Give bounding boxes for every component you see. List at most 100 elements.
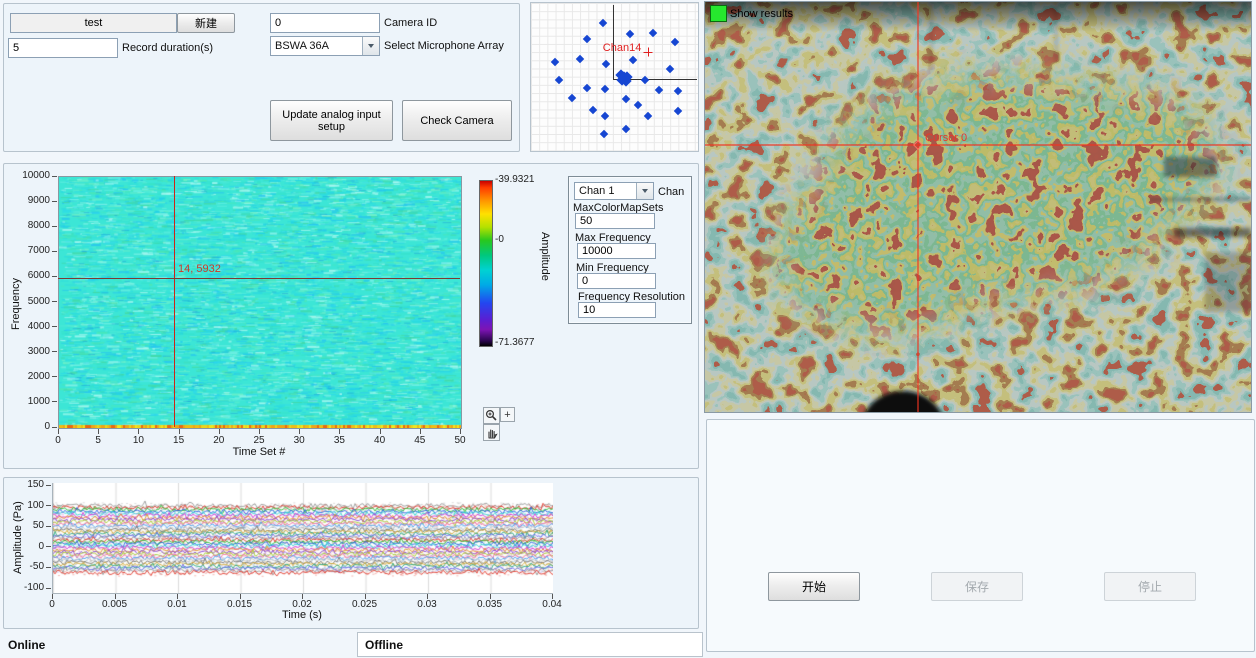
app-window: 新建 Record duration(s) Camera ID BSWA 36A… (0, 0, 1256, 658)
spec-ytick-label: 3000 (12, 346, 50, 357)
spec-ytick-label: 6000 (12, 270, 50, 281)
chan-select[interactable]: Chan 1 (574, 182, 654, 200)
mic-position-dot (673, 86, 681, 94)
camera-id-field[interactable] (270, 13, 380, 33)
maxcolormapsets-field[interactable] (575, 213, 655, 229)
mic-position-dot (602, 60, 610, 68)
chevron-down-icon[interactable] (636, 183, 653, 199)
record-duration-label: Record duration(s) (122, 42, 213, 54)
wave-xtick-label: 0.035 (468, 599, 512, 610)
min-frequency-field[interactable] (577, 273, 656, 289)
image-cursor-label: Cursor 0 (925, 132, 967, 144)
save-button[interactable]: 保存 (931, 572, 1023, 601)
spec-ytick (52, 427, 57, 428)
mic-position-dot (629, 56, 637, 64)
mic-array-select[interactable]: BSWA 36A (270, 36, 380, 56)
chan-select-value: Chan 1 (575, 185, 636, 197)
spec-ytick-label: 7000 (12, 245, 50, 256)
colorbar-min-label: -71.3677 (495, 337, 534, 348)
pan-tool-icon[interactable] (483, 424, 500, 441)
new-session-button[interactable]: 新建 (177, 13, 235, 33)
spec-ytick-label: 2000 (12, 371, 50, 382)
spec-ytick (52, 376, 57, 377)
spectrogram-canvas[interactable] (58, 176, 462, 429)
spec-xtick-label: 50 (445, 435, 475, 446)
mic-array-value: BSWA 36A (271, 40, 362, 52)
spectrogram-cursor-horizontal[interactable] (58, 278, 460, 279)
update-analog-input-button[interactable]: Update analog input setup (270, 100, 393, 141)
spec-xtick-label: 15 (164, 435, 194, 446)
mic-position-dot (666, 65, 674, 73)
spec-xtick-label: 20 (204, 435, 234, 446)
crosshair-tool-icon[interactable]: + (500, 407, 515, 422)
mic-position-dot (583, 83, 591, 91)
start-button[interactable]: 开始 (768, 572, 860, 601)
wave-ytick-label: 100 (6, 500, 44, 511)
mic-position-dot (551, 58, 559, 66)
mic-position-dot (554, 75, 562, 83)
wave-xtick-label: 0.04 (530, 599, 574, 610)
spec-xtick (219, 429, 220, 434)
spec-xtick-label: 40 (365, 435, 395, 446)
wave-ytick (46, 526, 51, 527)
zoom-tool-icon[interactable] (483, 407, 500, 424)
spec-ytick (52, 401, 57, 402)
acoustic-map: Cursor 0 (705, 2, 1251, 412)
spec-xtick-label: 45 (405, 435, 435, 446)
wave-xtick-label: 0.02 (280, 599, 324, 610)
mic-position-dot (601, 84, 609, 92)
spec-ytick (52, 276, 57, 277)
wave-ytick (46, 546, 51, 547)
mic-array-plot[interactable]: Chan14 (530, 2, 699, 152)
spectrogram-cursor-vertical[interactable] (174, 176, 175, 427)
camera-id-label: Camera ID (384, 17, 437, 29)
camera-image[interactable]: Cursor 0 Show results (704, 1, 1252, 413)
spec-xtick-label: 35 (324, 435, 354, 446)
mic-position-dot (601, 112, 609, 120)
spec-ytick (52, 226, 57, 227)
online-status-label: Online (8, 638, 45, 652)
wave-ytick (46, 505, 51, 506)
stop-button[interactable]: 停止 (1104, 572, 1196, 601)
frequency-resolution-field[interactable] (578, 302, 656, 318)
show-results-checkbox[interactable] (710, 5, 727, 22)
waveform-xlabel: Time (s) (262, 609, 342, 621)
offline-status-label: Offline (365, 638, 403, 652)
mic-position-dot (641, 75, 649, 83)
spectrogram-xlabel: Time Set # (219, 446, 299, 458)
mic-position-dot (670, 38, 678, 46)
colorbar-max-label: -39.9321 (495, 174, 534, 185)
spec-ytick (52, 326, 57, 327)
chan-highlight-label: Chan14 (603, 42, 642, 54)
mic-array-label: Select Microphone Array (384, 40, 504, 52)
record-duration-field[interactable] (8, 38, 118, 58)
wave-xtick-label: 0 (30, 599, 74, 610)
spec-ytick-label: 8000 (12, 220, 50, 231)
wave-xtick-label: 0.03 (405, 599, 449, 610)
spec-xtick-label: 10 (123, 435, 153, 446)
wave-xtick-label: 0.01 (155, 599, 199, 610)
spec-xtick (138, 429, 139, 434)
control-panel (706, 419, 1255, 652)
mic-position-dot (644, 112, 652, 120)
colorbar-mid-label: -0 (495, 234, 504, 245)
check-camera-button[interactable]: Check Camera (402, 100, 512, 141)
spec-xtick (58, 429, 59, 434)
max-frequency-field[interactable] (577, 243, 656, 259)
wave-ytick (46, 588, 51, 589)
chevron-down-icon[interactable] (362, 37, 379, 55)
session-name-field[interactable] (10, 13, 177, 33)
mic-position-dot (621, 94, 629, 102)
spec-ytick (52, 351, 57, 352)
spec-xtick (339, 429, 340, 434)
spectrogram-cursor-label: 14, 5932 (178, 263, 221, 275)
colorbar (479, 180, 493, 347)
mic-position-dot (599, 19, 607, 27)
spec-xtick (420, 429, 421, 434)
mic-position-dot (567, 93, 575, 101)
waveform-canvas[interactable] (53, 483, 553, 593)
wave-ytick-label: 0 (6, 541, 44, 552)
wave-ytick-label: 50 (6, 520, 44, 531)
spec-xtick-label: 0 (43, 435, 73, 446)
wave-ytick-label: -100 (6, 582, 44, 593)
